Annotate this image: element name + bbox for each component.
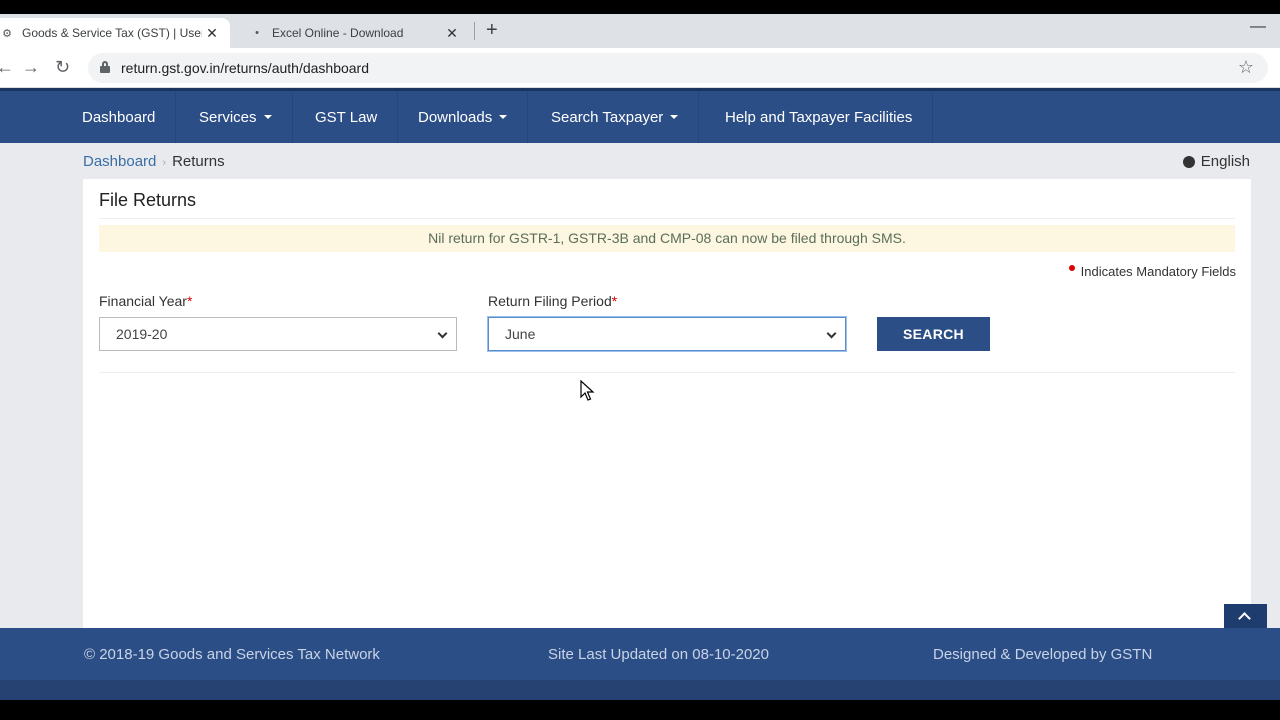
nav-search-taxpayer[interactable]: Search Taxpayer <box>531 91 700 143</box>
breadcrumb-current: Returns <box>172 153 225 170</box>
nav-services[interactable]: Services <box>179 91 293 143</box>
browser-tab-strip: ⚙ Goods & Service Tax (GST) | User ✕ • E… <box>0 14 1280 48</box>
nav-label: GST Law <box>315 108 378 126</box>
return-period-label: Return Filing Period* <box>488 293 617 309</box>
tab-title: Goods & Service Tax (GST) | User <box>22 26 202 40</box>
footer-copyright: © 2018-19 Goods and Services Tax Network <box>84 646 380 663</box>
forward-icon[interactable]: → <box>22 57 40 77</box>
close-icon[interactable]: ✕ <box>442 25 462 42</box>
nav-label: Services <box>199 108 257 126</box>
screen: ⚙ Goods & Service Tax (GST) | User ✕ • E… <box>0 0 1280 720</box>
bottom-bar <box>0 680 1280 700</box>
browser-tab-gst[interactable]: ⚙ Goods & Service Tax (GST) | User ✕ <box>0 18 230 48</box>
browser-toolbar: ← → ↻ return.gst.gov.in/returns/auth/das… <box>0 48 1280 88</box>
url-text: return.gst.gov.in/returns/auth/dashboard <box>121 60 370 76</box>
new-tab-icon[interactable]: + <box>486 20 498 40</box>
required-dot-icon <box>1068 264 1075 271</box>
tab-divider <box>474 22 475 40</box>
sms-notice-banner: Nil return for GSTR-1, GSTR-3B and CMP-0… <box>99 225 1235 252</box>
caret-down-icon <box>670 115 679 119</box>
reload-icon[interactable]: ↻ <box>55 57 70 77</box>
site-footer: © 2018-19 Goods and Services Tax Network… <box>0 628 1280 680</box>
chevron-down-icon <box>437 328 448 339</box>
nav-label: Downloads <box>418 108 493 126</box>
nav-gst-law[interactable]: GST Law <box>295 91 399 143</box>
footer-credit: Designed & Developed by GSTN <box>933 646 1153 663</box>
return-period-select[interactable]: June <box>488 317 846 351</box>
label-text: Return Filing Period <box>488 293 612 309</box>
selected-value: 2019-20 <box>116 326 168 342</box>
label-text: Financial Year <box>99 293 187 309</box>
required-asterisk: * <box>186 293 193 309</box>
emblem-icon: ⚙ <box>2 27 12 40</box>
mandatory-fields-note: Indicates Mandatory Fields <box>1068 264 1236 279</box>
nav-label: Help and Taxpayer Facilities <box>725 108 913 126</box>
back-icon[interactable]: ← <box>0 57 14 77</box>
bookmark-star-icon[interactable]: ☆ <box>1238 57 1254 78</box>
caret-down-icon <box>499 115 508 119</box>
caret-down-icon <box>263 115 272 119</box>
nav-label: Search Taxpayer <box>551 108 664 126</box>
divider <box>99 218 1235 219</box>
tab-title: Excel Online - Download <box>272 26 404 40</box>
lock-icon <box>100 61 110 73</box>
page-body: Dashboard › Returns English File Returns N… <box>0 143 1280 628</box>
mandatory-text: Indicates Mandatory Fields <box>1080 264 1236 279</box>
site-navigation: Dashboard Services GST Law Downloads Sea… <box>0 88 1280 143</box>
minimize-icon[interactable]: — <box>1250 18 1266 36</box>
nav-downloads[interactable]: Downloads <box>398 91 529 143</box>
browser-tab-excel[interactable]: • Excel Online - Download ✕ <box>236 18 470 48</box>
chevron-down-icon <box>826 328 837 339</box>
file-returns-panel: File Returns Nil return for GSTR-1, GSTR… <box>83 179 1251 628</box>
breadcrumb: Dashboard › Returns <box>83 153 225 170</box>
footer-last-updated: Site Last Updated on 08-10-2020 <box>548 646 769 663</box>
selected-value: June <box>505 326 536 342</box>
financial-year-select[interactable]: 2019-20 <box>99 317 457 351</box>
nav-dashboard[interactable]: Dashboard <box>62 91 177 143</box>
loading-icon: • <box>255 27 259 39</box>
page-title: File Returns <box>99 190 197 210</box>
scroll-to-top-button[interactable] <box>1224 604 1267 630</box>
required-asterisk: * <box>611 293 618 309</box>
globe-icon <box>1182 155 1195 168</box>
chevron-up-icon <box>1238 612 1251 625</box>
financial-year-label: Financial Year* <box>99 293 192 309</box>
address-bar[interactable]: return.gst.gov.in/returns/auth/dashboard… <box>88 53 1268 83</box>
language-selector[interactable]: English <box>1182 153 1250 170</box>
nav-help[interactable]: Help and Taxpayer Facilities <box>705 91 934 143</box>
search-button[interactable]: SEARCH <box>877 317 990 351</box>
language-label: English <box>1200 153 1250 170</box>
breadcrumb-separator: › <box>162 157 167 169</box>
nav-label: Dashboard <box>82 108 156 126</box>
close-icon[interactable]: ✕ <box>202 25 222 42</box>
breadcrumb-dashboard-link[interactable]: Dashboard <box>83 153 156 170</box>
divider <box>99 372 1235 373</box>
